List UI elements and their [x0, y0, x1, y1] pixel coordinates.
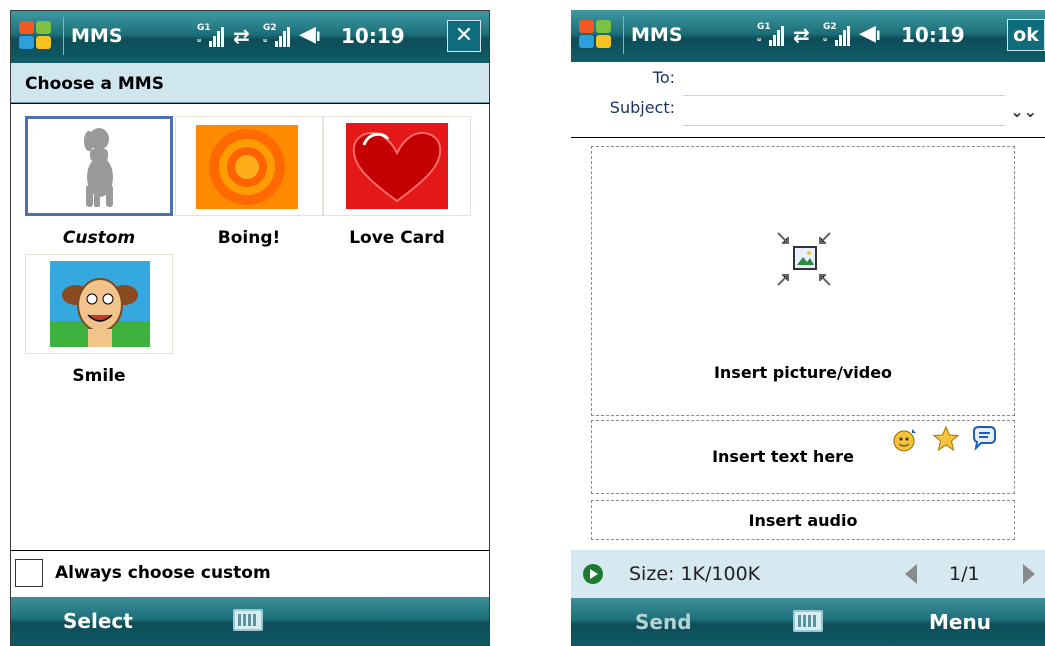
subject-label: Subject:	[609, 98, 675, 117]
to-field[interactable]	[683, 95, 1005, 96]
app-title: MMS	[631, 24, 683, 46]
template-label-custom: Custom	[62, 228, 136, 248]
emoticon-icon[interactable]	[892, 427, 918, 453]
data-connection-icon: ⇄	[793, 23, 810, 47]
clock[interactable]: 10:19	[901, 23, 965, 47]
to-label: To:	[652, 68, 675, 87]
insert-picture-icon	[777, 232, 831, 286]
insert-text-area[interactable]: Insert text here	[591, 420, 1015, 494]
title-separator	[623, 16, 624, 54]
compose-mms-screen: MMS G1 ᵤ ⇄ G2 ᵤ ◀ₗ 10:19 ok To: Subject: ⌄…	[571, 10, 1045, 646]
insert-text-label: Insert text here	[712, 447, 854, 466]
template-tile-boing[interactable]	[175, 116, 323, 216]
start-menu-icon[interactable]	[579, 20, 613, 50]
heart-icon	[346, 123, 448, 209]
ok-button[interactable]: ok	[1007, 19, 1045, 51]
template-label-love-card: Love Card	[349, 228, 445, 248]
insert-audio-label: Insert audio	[748, 511, 858, 530]
template-tile-custom[interactable]	[25, 116, 173, 216]
dog-silhouette-icon	[84, 128, 113, 207]
close-button[interactable]: ✕	[447, 20, 481, 52]
template-tile-smile[interactable]	[25, 254, 173, 354]
title-bar: MMS G1 ᵤ ⇄ G2 ᵤ ◀ₗ 10:19 ok	[571, 10, 1045, 62]
menu-softkey[interactable]: Menu	[929, 610, 991, 634]
keyboard-icon[interactable]	[793, 610, 823, 632]
volume-icon[interactable]: ◀ₗ	[299, 22, 321, 48]
always-custom-label: Always choose custom	[55, 563, 271, 583]
slide-counter: 1/1	[949, 563, 980, 585]
template-grid: Custom Boing! Love Card Smile	[11, 103, 489, 551]
cartoon-face-icon	[50, 261, 150, 347]
title-bar: MMS G1 ᵤ ⇄ G2 ᵤ ◀ₗ 10:19 ✕	[11, 11, 489, 63]
clock[interactable]: 10:19	[341, 24, 405, 48]
speech-bubble-icon[interactable]	[970, 425, 998, 453]
signal-strength-icon-2: G2 ᵤ	[823, 22, 851, 50]
signal-strength-icon: G1 ᵤ	[197, 23, 225, 51]
always-custom-row[interactable]: Always choose custom	[11, 551, 489, 599]
insert-picture-label: Insert picture/video	[713, 363, 893, 382]
app-title: MMS	[71, 25, 123, 47]
volume-icon[interactable]: ◀ₗ	[859, 21, 881, 47]
softkey-bar: Send Menu	[571, 598, 1045, 646]
always-custom-checkbox[interactable]	[15, 559, 43, 587]
star-icon[interactable]	[932, 425, 960, 453]
insert-picture-area[interactable]: Insert picture/video	[591, 146, 1015, 416]
choose-mms-screen: MMS G1ᵤ ⇄ G2ᵤ ◀ₗ 10:19 ✕ Choose a MMS	[10, 10, 490, 646]
template-tile-love-card[interactable]	[323, 116, 471, 216]
signal-strength-icon: G1 ᵤ	[757, 22, 785, 50]
softkey-bar: Select	[11, 597, 489, 645]
concentric-circles-icon	[196, 125, 298, 209]
play-icon[interactable]	[583, 564, 603, 584]
keyboard-icon[interactable]	[233, 609, 263, 631]
double-chevron-down-icon[interactable]: ⌄⌄	[1010, 102, 1037, 121]
template-label-boing: Boing!	[217, 228, 281, 248]
page-title: Choose a MMS	[11, 63, 489, 103]
template-label-smile: Smile	[72, 366, 126, 386]
send-softkey[interactable]: Send	[635, 610, 692, 634]
title-separator	[63, 17, 64, 55]
start-menu-icon[interactable]	[19, 21, 53, 51]
previous-slide-icon[interactable]	[905, 564, 917, 584]
message-header: To: Subject: ⌄⌄	[571, 62, 1045, 138]
signal-strength-icon-2: G2 ᵤ	[263, 23, 291, 51]
size-bar: Size: 1K/100K 1/1	[571, 550, 1045, 598]
select-softkey[interactable]: Select	[63, 609, 133, 633]
insert-audio-area[interactable]: Insert audio	[591, 500, 1015, 540]
data-connection-icon: ⇄	[233, 24, 250, 48]
next-slide-icon[interactable]	[1023, 564, 1035, 584]
subject-field[interactable]	[683, 125, 1005, 126]
message-size: Size: 1K/100K	[629, 563, 761, 585]
